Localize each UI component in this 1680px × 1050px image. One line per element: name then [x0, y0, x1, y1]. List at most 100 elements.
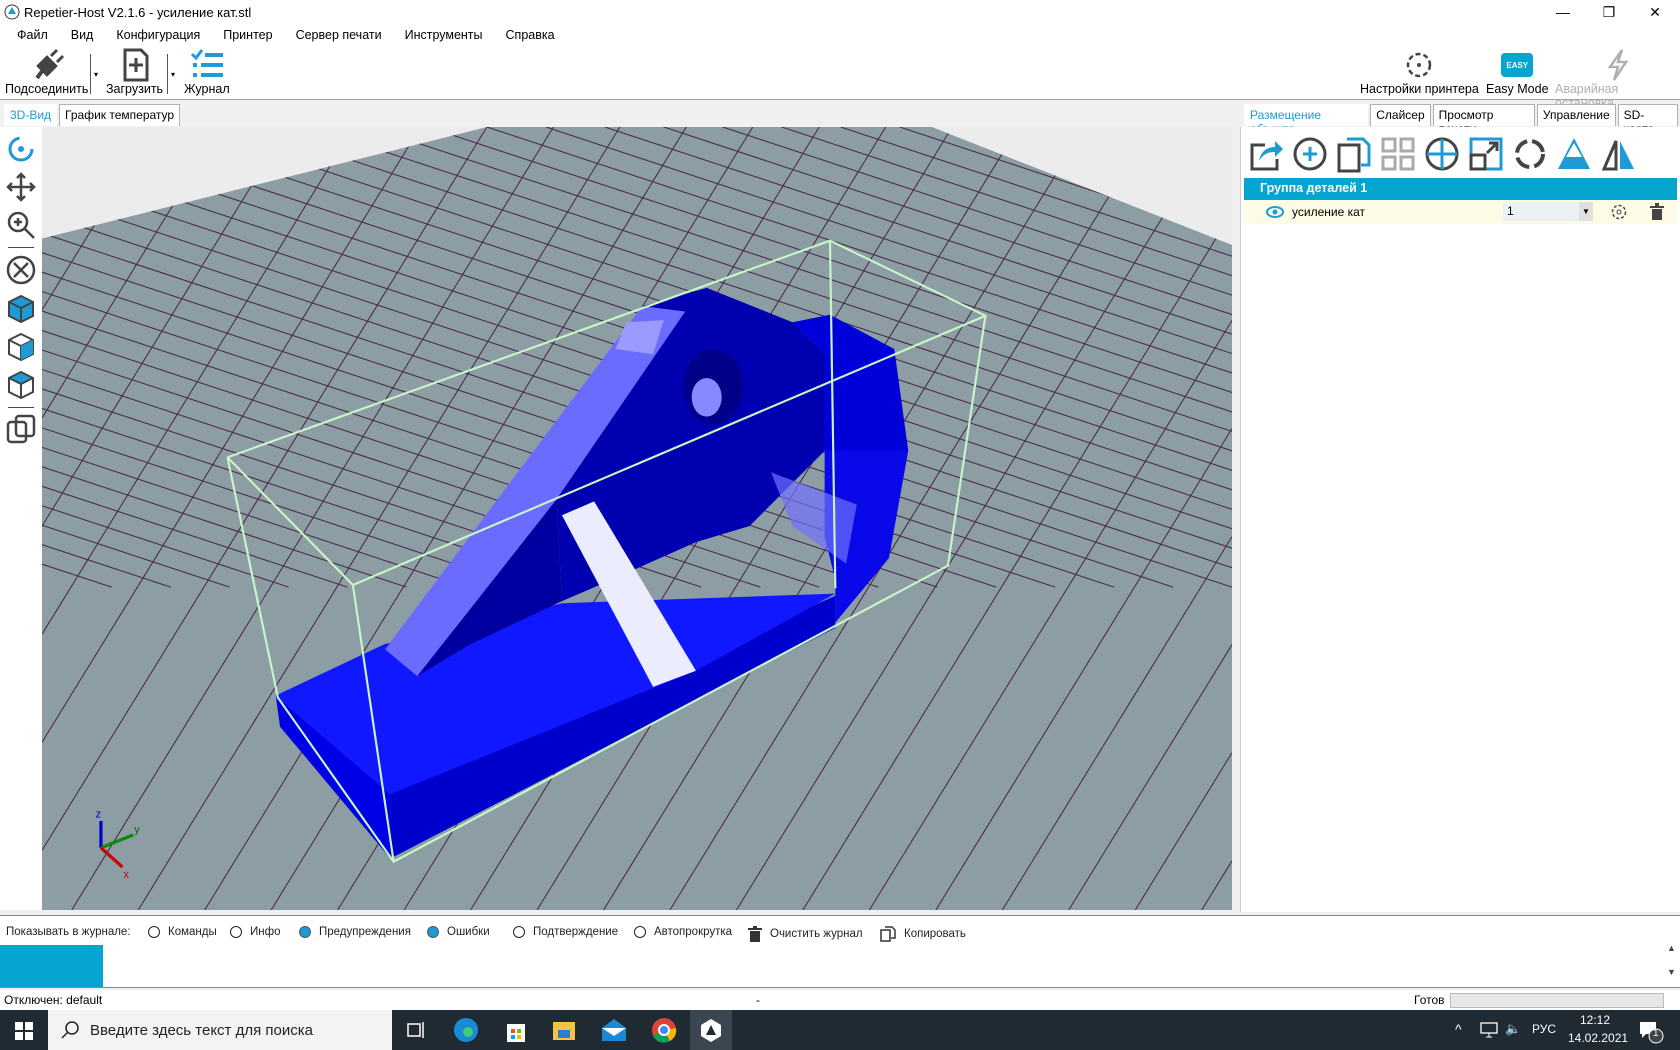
autoplace-icon[interactable] — [1379, 135, 1417, 173]
3d-viewport[interactable]: z y x — [42, 127, 1232, 910]
notifications-icon[interactable] — [1638, 1020, 1664, 1044]
menu-file[interactable]: Файл — [15, 28, 50, 42]
clock-date[interactable]: 14.02.2021 — [1568, 1031, 1628, 1045]
parallel-projection-icon[interactable] — [5, 413, 37, 445]
chrome-icon[interactable] — [650, 1016, 678, 1044]
tray-chevron-icon[interactable]: ^ — [1455, 1021, 1462, 1037]
export-icon[interactable] — [1247, 135, 1285, 173]
status-middle: - — [756, 993, 760, 1007]
move-view-icon[interactable] — [5, 171, 37, 203]
log-panel: Показывать в журнале: Команды Инфо Предупр… — [0, 915, 1680, 988]
log-filter-option[interactable]: Ошибки — [427, 926, 490, 938]
menu-tools[interactable]: Инструменты — [403, 28, 485, 42]
restore-button[interactable]: ❐ — [1586, 0, 1632, 24]
fit-view-icon[interactable] — [5, 254, 37, 286]
copy-icon — [880, 926, 896, 942]
radio-button[interactable] — [427, 926, 439, 938]
taskbar-search[interactable]: Введите здесь текст для поиска — [48, 1010, 392, 1050]
lightning-icon — [1607, 49, 1628, 81]
windows-start-icon[interactable] — [15, 1022, 33, 1040]
menu-config[interactable]: Конфигурация — [114, 28, 202, 42]
iso-view-icon[interactable] — [5, 293, 37, 325]
close-button[interactable]: ✕ — [1632, 0, 1678, 24]
radio-button[interactable] — [634, 926, 646, 938]
tab-temperature-graph[interactable]: График температур — [59, 104, 181, 126]
chevron-down-icon: ▼ — [1579, 202, 1593, 221]
eye-icon[interactable] — [1266, 206, 1284, 218]
log-filter-option[interactable]: Подтверждение — [513, 926, 618, 938]
rotate-view-icon[interactable] — [5, 133, 37, 165]
gear-icon[interactable] — [1610, 203, 1628, 221]
taskbar: Введите здесь текст для поиска ^ 🔈 РУС 1… — [0, 1010, 1680, 1050]
copy-log-button[interactable]: Копировать — [880, 926, 966, 942]
emergency-stop-button[interactable]: Аварийная остановка — [1555, 48, 1680, 110]
clear-log-button[interactable]: Очистить журнал — [748, 926, 863, 942]
status-bar: Отключен: default - Готов — [0, 990, 1680, 1010]
log-filter-label: Показывать в журнале: — [6, 926, 131, 938]
center-object-icon[interactable] — [1423, 135, 1461, 173]
mail-icon[interactable] — [600, 1016, 628, 1044]
language-indicator[interactable]: РУС — [1532, 1022, 1556, 1036]
volume-icon[interactable]: 🔈 — [1505, 1021, 1521, 1037]
edge-icon[interactable] — [452, 1016, 480, 1044]
clock-time[interactable]: 12:12 — [1580, 1013, 1610, 1027]
rotate-icon[interactable] — [1511, 135, 1549, 173]
task-view-icon[interactable] — [402, 1016, 430, 1044]
load-dropdown-icon[interactable]: ▾ — [171, 70, 175, 79]
scroll-down-icon[interactable]: ▼ — [1663, 967, 1680, 977]
mirror-icon[interactable] — [1599, 135, 1637, 173]
easy-mode-button[interactable]: EASY Easy Mode — [1486, 48, 1549, 96]
tab-print-preview[interactable]: Просмотр печати — [1432, 104, 1535, 136]
copy-object-icon[interactable] — [1335, 135, 1373, 173]
network-icon[interactable] — [1480, 1022, 1498, 1038]
log-filter-option[interactable]: Предупреждения — [299, 926, 411, 938]
tab-3d-view[interactable]: 3D-Вид — [4, 104, 58, 126]
load-button[interactable]: Загрузить — [106, 48, 163, 96]
radio-button[interactable] — [299, 926, 311, 938]
object-list-item[interactable]: усиление кат 1 ▼ — [1244, 200, 1677, 224]
menu-print-server[interactable]: Сервер печати — [294, 28, 384, 42]
plug-icon — [35, 48, 64, 80]
object-placement-panel: Группа деталей 1 усиление кат 1 ▼ — [1240, 127, 1680, 912]
title-bar: Repetier-Host V2.1.6 - усиление кат.stl … — [0, 0, 1680, 24]
file-explorer-icon[interactable] — [550, 1016, 578, 1044]
zoom-icon[interactable] — [5, 209, 37, 241]
log-filter-option[interactable]: Команды — [148, 926, 217, 938]
log-filter-option[interactable]: Инфо — [230, 926, 280, 938]
front-view-icon[interactable] — [5, 331, 37, 363]
status-state: Готов — [1414, 993, 1445, 1007]
trash-icon[interactable] — [1649, 203, 1665, 221]
object-group-header[interactable]: Группа деталей 1 — [1244, 178, 1677, 200]
radio-button[interactable] — [513, 926, 525, 938]
repetier-taskbar-button[interactable] — [690, 1010, 732, 1050]
radio-button[interactable] — [230, 926, 242, 938]
log-button[interactable]: Журнал — [184, 48, 230, 96]
connect-dropdown-icon[interactable]: ▾ — [94, 70, 98, 79]
search-icon — [61, 1021, 79, 1039]
store-icon[interactable] — [502, 1016, 530, 1044]
log-selected-row[interactable] — [0, 945, 103, 987]
log-filter-option[interactable]: Автопрокрутка — [634, 926, 732, 938]
repetier-icon — [701, 1019, 721, 1042]
tab-control[interactable]: Управление — [1536, 104, 1616, 126]
minimize-button[interactable]: — — [1540, 0, 1586, 24]
printer-settings-button[interactable]: Настройки принтера — [1360, 48, 1479, 96]
grid-line — [1076, 127, 1232, 179]
trash-icon — [748, 926, 762, 942]
tab-object-placement[interactable]: Размещение объекта — [1244, 104, 1369, 136]
copies-select[interactable]: 1 ▼ — [1503, 202, 1593, 221]
radio-button[interactable] — [148, 926, 160, 938]
add-object-icon[interactable] — [1291, 135, 1329, 173]
menu-view[interactable]: Вид — [69, 28, 96, 42]
log-scrollbar[interactable]: ▲ ▼ — [1663, 943, 1680, 987]
top-view-icon[interactable] — [5, 369, 37, 401]
scale-icon[interactable] — [1467, 135, 1505, 173]
connect-button[interactable]: Подсоединить — [5, 48, 88, 96]
menu-help[interactable]: Справка — [504, 28, 557, 42]
tab-slicer[interactable]: Слайсер — [1370, 104, 1431, 126]
tab-sd-card[interactable]: SD-карта — [1617, 104, 1678, 136]
object-name: усиление кат — [1292, 205, 1366, 219]
menu-printer[interactable]: Принтер — [221, 28, 274, 42]
scroll-up-icon[interactable]: ▲ — [1663, 943, 1680, 953]
cut-icon[interactable] — [1555, 135, 1593, 173]
